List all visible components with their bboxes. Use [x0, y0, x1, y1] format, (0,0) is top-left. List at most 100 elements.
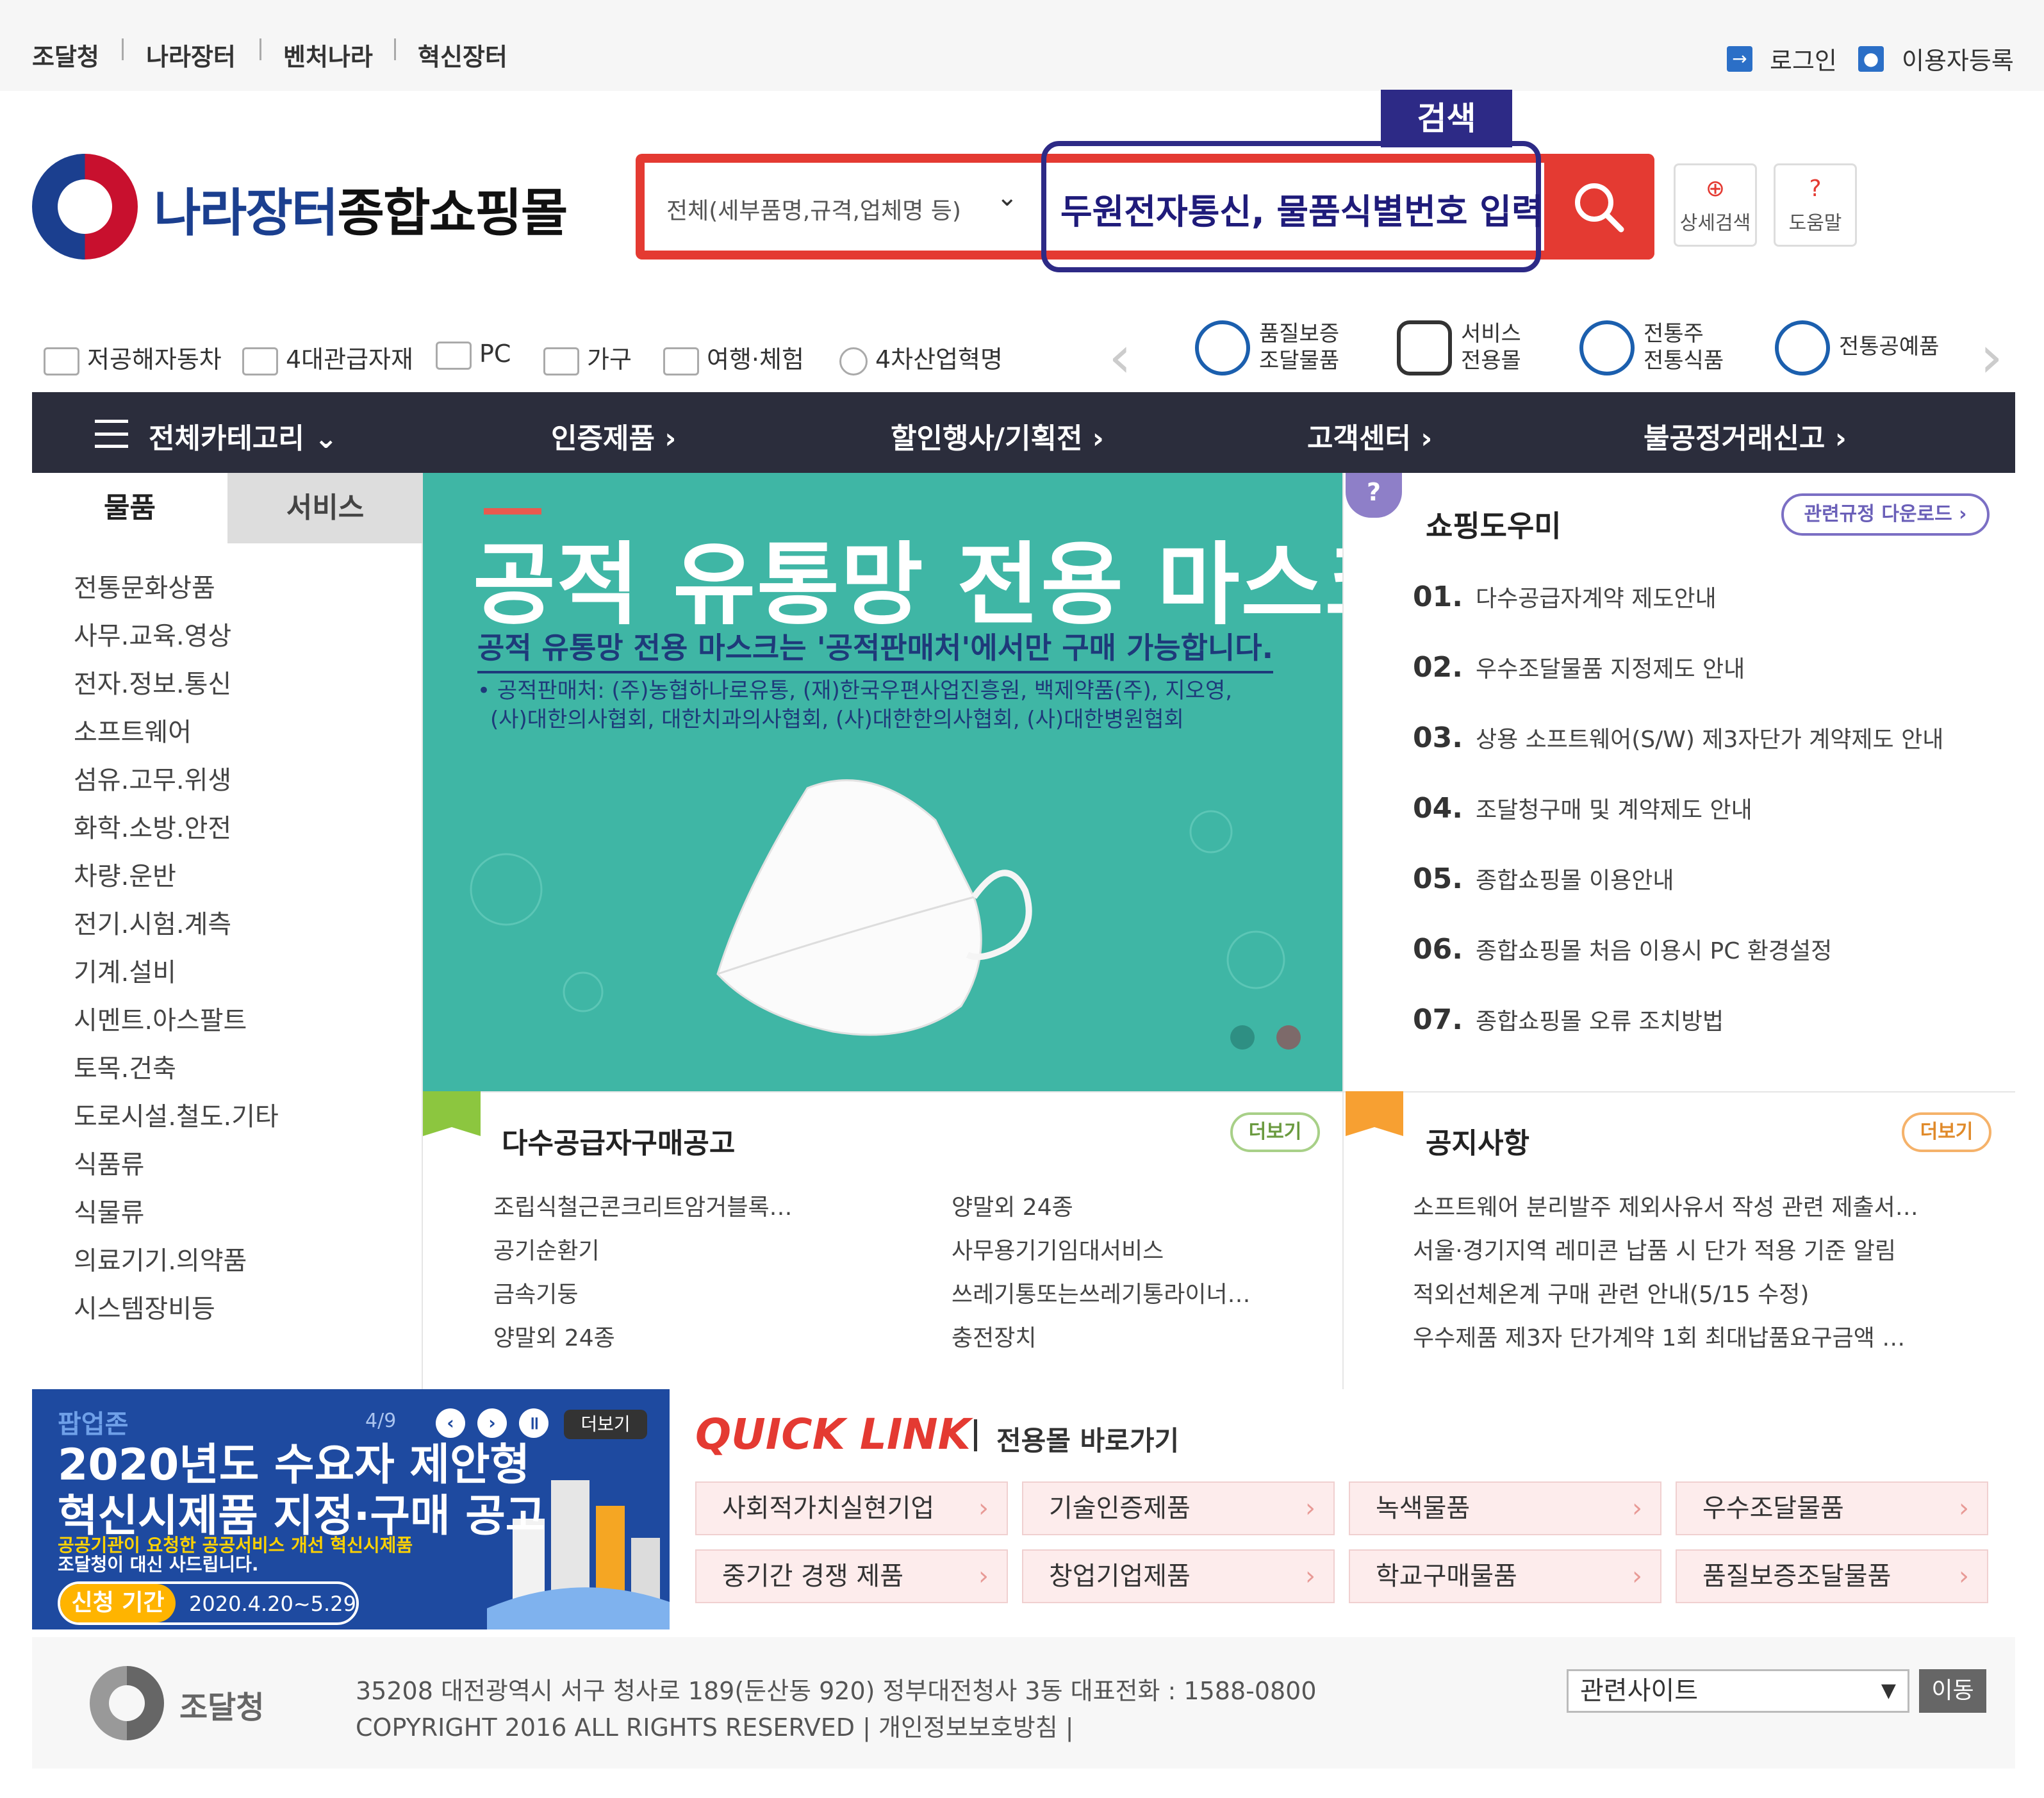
notice-more-button[interactable]: 더보기	[1902, 1112, 1991, 1152]
quick-cat-eco-car[interactable]: 저공해자동차	[44, 340, 222, 375]
nav-unfair-trade-report[interactable]: 불공정거래신고 ›	[1644, 415, 1847, 456]
related-sites-select[interactable]: 관련사이트 ▼	[1567, 1669, 1909, 1713]
detail-search-button[interactable]: ⊕ 상세검색	[1674, 163, 1757, 247]
quick-cat-travel[interactable]: 여행·체험	[663, 340, 804, 375]
mall-label-line2: 조달물품	[1259, 348, 1340, 374]
category-item[interactable]: 식품류	[74, 1144, 144, 1181]
category-item[interactable]: 전자.정보.통신	[74, 663, 231, 700]
helper-item[interactable]: 02. 우수조달물품 지정제도 안내	[1413, 650, 1745, 684]
quick-cat-pc[interactable]: PC	[436, 340, 511, 370]
helper-item[interactable]: 04. 조달청구매 및 계약제도 안내	[1413, 791, 1752, 825]
helper-item[interactable]: 05. 종합쇼핑몰 이용안내	[1413, 862, 1674, 895]
carousel-dot-active[interactable]	[1276, 1025, 1301, 1050]
multi-supplier-item[interactable]: 조립식철근콘크리트암거블록…	[493, 1189, 793, 1222]
go-button[interactable]: 이동	[1919, 1669, 1986, 1713]
chevron-right-icon[interactable]: ›	[1980, 324, 2003, 391]
help-label: 도움말	[1788, 212, 1842, 235]
search-scope-select[interactable]: 전체(세부품명,규격,업체명 등)	[666, 192, 961, 226]
category-item[interactable]: 시스템장비등	[74, 1288, 215, 1325]
nav-certified-products[interactable]: 인증제품 ›	[551, 415, 676, 456]
carousel-dot[interactable]	[1230, 1025, 1255, 1050]
top-link-g2b[interactable]: 나라장터	[146, 37, 236, 72]
related-sites-value: 관련사이트	[1580, 1676, 1698, 1706]
multi-supplier-item[interactable]: 충전장치	[952, 1319, 1036, 1353]
notice-item[interactable]: 우수제품 제3자 단가계약 1회 최대납품요구금액 …	[1413, 1319, 1905, 1353]
login-icon[interactable]: →	[1727, 46, 1752, 72]
quick-link-button[interactable]: 창업기업제품 ›	[1022, 1549, 1335, 1603]
category-item[interactable]: 섬유.고무.위생	[74, 759, 231, 796]
helper-item[interactable]: 01. 다수공급자계약 제도안내	[1413, 580, 1717, 613]
chevron-right-icon: ›	[978, 1562, 989, 1591]
register-link[interactable]: 이용자등록	[1902, 41, 2014, 76]
popup-more-button[interactable]: 더보기	[564, 1410, 647, 1439]
tab-goods[interactable]: 물품	[32, 473, 227, 543]
category-item[interactable]: 식물류	[74, 1192, 144, 1229]
multi-supplier-item[interactable]: 공기순환기	[493, 1232, 600, 1266]
question-icon: ?	[1809, 176, 1822, 202]
chevron-right-icon: ›	[1632, 1562, 1642, 1591]
multi-supplier-item[interactable]: 사무용기기임대서비스	[952, 1232, 1164, 1266]
hamburger-icon[interactable]	[95, 420, 128, 448]
quick-link-subtitle: 전용몰 바로가기	[996, 1425, 1180, 1456]
category-item[interactable]: 사무.교육.영상	[74, 615, 231, 652]
quick-link-button[interactable]: 사회적가치실현기업 ›	[695, 1481, 1008, 1535]
notice-item[interactable]: 소프트웨어 분리발주 제외사유서 작성 관련 제출서…	[1413, 1189, 1918, 1222]
chevron-right-icon: ›	[1092, 422, 1104, 455]
top-link-venture[interactable]: 벤처나라	[283, 37, 373, 72]
quick-cat-label: 가구	[587, 345, 632, 374]
quick-link-button[interactable]: 학교구매물품 ›	[1349, 1549, 1661, 1603]
user-register-icon[interactable]: ●	[1858, 46, 1884, 72]
search-button[interactable]	[1544, 154, 1654, 260]
helper-item[interactable]: 06. 종합쇼핑몰 처음 이용시 PC 환경설정	[1413, 932, 1832, 966]
nav-all-categories[interactable]: 전체카테고리 ⌄	[149, 415, 338, 456]
nav-sale-events[interactable]: 할인행사/기획전 ›	[891, 415, 1104, 456]
multi-supplier-more-button[interactable]: 더보기	[1230, 1112, 1320, 1152]
category-item[interactable]: 토목.건축	[74, 1048, 176, 1085]
people-icon	[1397, 320, 1452, 375]
category-item[interactable]: 기계.설비	[74, 952, 176, 989]
chevron-down-icon[interactable]: ⌄	[996, 183, 1018, 212]
multi-supplier-item[interactable]: 양말외 24종	[952, 1189, 1073, 1222]
notice-item[interactable]: 적외선체온계 구매 관련 안내(5/15 수정)	[1413, 1276, 1809, 1309]
top-divider	[122, 38, 124, 60]
multi-supplier-item[interactable]: 금속기둥	[493, 1276, 578, 1309]
notice-item[interactable]: 서울·경기지역 레미콘 납품 시 단가 적용 기준 알림	[1413, 1232, 1896, 1266]
multi-supplier-item[interactable]: 양말외 24종	[493, 1319, 615, 1353]
quick-link-button[interactable]: 품질보증조달물품 ›	[1676, 1549, 1988, 1603]
quick-cat-furniture[interactable]: 가구	[543, 340, 632, 375]
nav-label: 고객센터	[1307, 422, 1411, 455]
nav-customer-center[interactable]: 고객센터 ›	[1307, 415, 1432, 456]
quick-link-button[interactable]: 우수조달물품 ›	[1676, 1481, 1988, 1535]
category-item[interactable]: 전통문화상품	[74, 567, 215, 604]
cabinet-icon	[543, 347, 579, 375]
helper-item[interactable]: 07. 종합쇼핑몰 오류 조치방법	[1413, 1003, 1724, 1036]
pps-emblem-icon	[90, 1666, 164, 1740]
quick-cat-4th-industry[interactable]: 4차산업혁명	[839, 340, 1003, 375]
quick-link-label: 우수조달물품	[1702, 1494, 1844, 1523]
regulation-download-button[interactable]: 관련규정 다운로드 ›	[1781, 493, 1990, 536]
quick-link-button[interactable]: 녹색물품 ›	[1349, 1481, 1661, 1535]
helper-item[interactable]: 03. 상용 소프트웨어(S/W) 제3자단가 계약제도 안내	[1413, 721, 1943, 754]
quick-link-button[interactable]: 중기간 경쟁 제품 ›	[695, 1549, 1008, 1603]
category-item[interactable]: 시멘트.아스팔트	[74, 1000, 247, 1037]
category-item[interactable]: 화학.소방.안전	[74, 807, 231, 845]
quick-link-button[interactable]: 기술인증제품 ›	[1022, 1481, 1335, 1535]
tab-services[interactable]: 서비스	[227, 473, 423, 543]
chevron-left-icon[interactable]: ‹	[1109, 324, 1132, 391]
login-link[interactable]: 로그인	[1770, 41, 1837, 76]
top-link-innovation[interactable]: 혁신장터	[418, 37, 507, 72]
category-item[interactable]: 차량.운반	[74, 855, 176, 893]
logo-emblem-icon[interactable]	[32, 154, 138, 260]
category-item[interactable]: 의료기기.의약품	[74, 1240, 247, 1277]
site-logo[interactable]: 나라장터종합쇼핑몰	[154, 172, 568, 246]
category-item[interactable]: 소프트웨어	[74, 711, 192, 748]
top-link-pps[interactable]: 조달청	[32, 37, 99, 72]
quick-cat-materials[interactable]: 4대관급자재	[242, 340, 413, 375]
category-item[interactable]: 전기.시험.계측	[74, 903, 231, 941]
category-item[interactable]: 도로시설.철도.기타	[74, 1096, 279, 1133]
help-button[interactable]: ? 도움말	[1774, 163, 1857, 247]
multi-supplier-item[interactable]: 쓰레기통또는쓰레기통라이너…	[952, 1276, 1251, 1309]
footer-copyright[interactable]: COPYRIGHT 2016 ALL RIGHTS RESERVED | 개인정…	[356, 1708, 1074, 1743]
search-icon	[1575, 183, 1624, 233]
helper-item-label: 종합쇼핑몰 오류 조치방법	[1475, 1009, 1724, 1035]
